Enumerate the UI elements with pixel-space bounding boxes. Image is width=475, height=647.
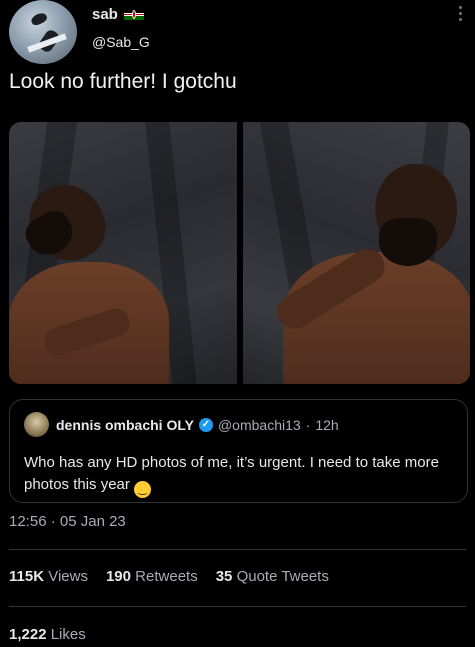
more-options-icon[interactable] (457, 6, 463, 21)
tweet-time: 12:56 (9, 513, 47, 530)
author-handle[interactable]: @Sab_G (92, 34, 150, 50)
tweet-media[interactable] (9, 122, 470, 384)
photo-subject-beard (378, 218, 437, 266)
tweet-header: sab @Sab_G (0, 0, 475, 70)
quotes-label: Quote Tweets (236, 568, 329, 585)
laughing-emoji-icon: ‿ (134, 481, 152, 498)
media-photo-1[interactable] (9, 122, 237, 384)
quoted-author-handle[interactable]: @ombachi13 (218, 417, 301, 433)
quotes-count: 35 (215, 568, 233, 585)
retweets-count: 190 (105, 568, 131, 585)
likes-label: Likes (50, 626, 86, 643)
quoted-author-name[interactable]: dennis ombachi OLY (56, 417, 194, 433)
divider (9, 549, 466, 550)
timestamp-separator: · (50, 513, 56, 530)
quoted-time[interactable]: 12h (315, 417, 338, 433)
avatar-figure-head (29, 11, 49, 27)
likes-count: 1,222 (9, 626, 47, 643)
author-display-name[interactable]: sab (92, 6, 118, 23)
quoted-tweet-card[interactable]: dennis ombachi OLY ✓ @ombachi13 · 12h Wh… (9, 399, 468, 503)
views-stat[interactable]: 115K Views (9, 568, 88, 585)
tweet-timestamp[interactable]: 12:56 · 05 Jan 23 (9, 513, 126, 530)
views-count: 115K (9, 568, 45, 585)
author-name-row: sab (92, 6, 144, 23)
quoted-author-row: dennis ombachi OLY ✓ @ombachi13 · 12h (56, 417, 339, 433)
retweets-label: Retweets (135, 568, 198, 585)
engagement-stats: 115K Views 190 Retweets 35 Quote Tweets (9, 568, 329, 585)
tweet-date: 05 Jan 23 (59, 513, 126, 530)
retweets-stat[interactable]: 190 Retweets (106, 568, 198, 585)
divider (9, 606, 466, 607)
quoted-tweet-body: Who has any HD photos of me, it’s urgent… (24, 454, 439, 493)
quoted-tweet-text: Who has any HD photos of me, it’s urgent… (24, 452, 454, 498)
quoted-author-avatar[interactable] (24, 412, 49, 437)
likes-stat[interactable]: 1,222 Likes (9, 626, 86, 643)
tweet-text: Look no further! I gotchu (9, 70, 237, 93)
media-photo-2[interactable] (242, 122, 470, 384)
quote-tweets-stat[interactable]: 35 Quote Tweets (216, 568, 329, 585)
kenya-flag-icon (123, 9, 144, 20)
views-label: Views (48, 568, 88, 585)
quoted-separator: · (305, 417, 311, 433)
author-avatar[interactable] (9, 0, 77, 64)
verified-badge-icon: ✓ (198, 418, 213, 432)
